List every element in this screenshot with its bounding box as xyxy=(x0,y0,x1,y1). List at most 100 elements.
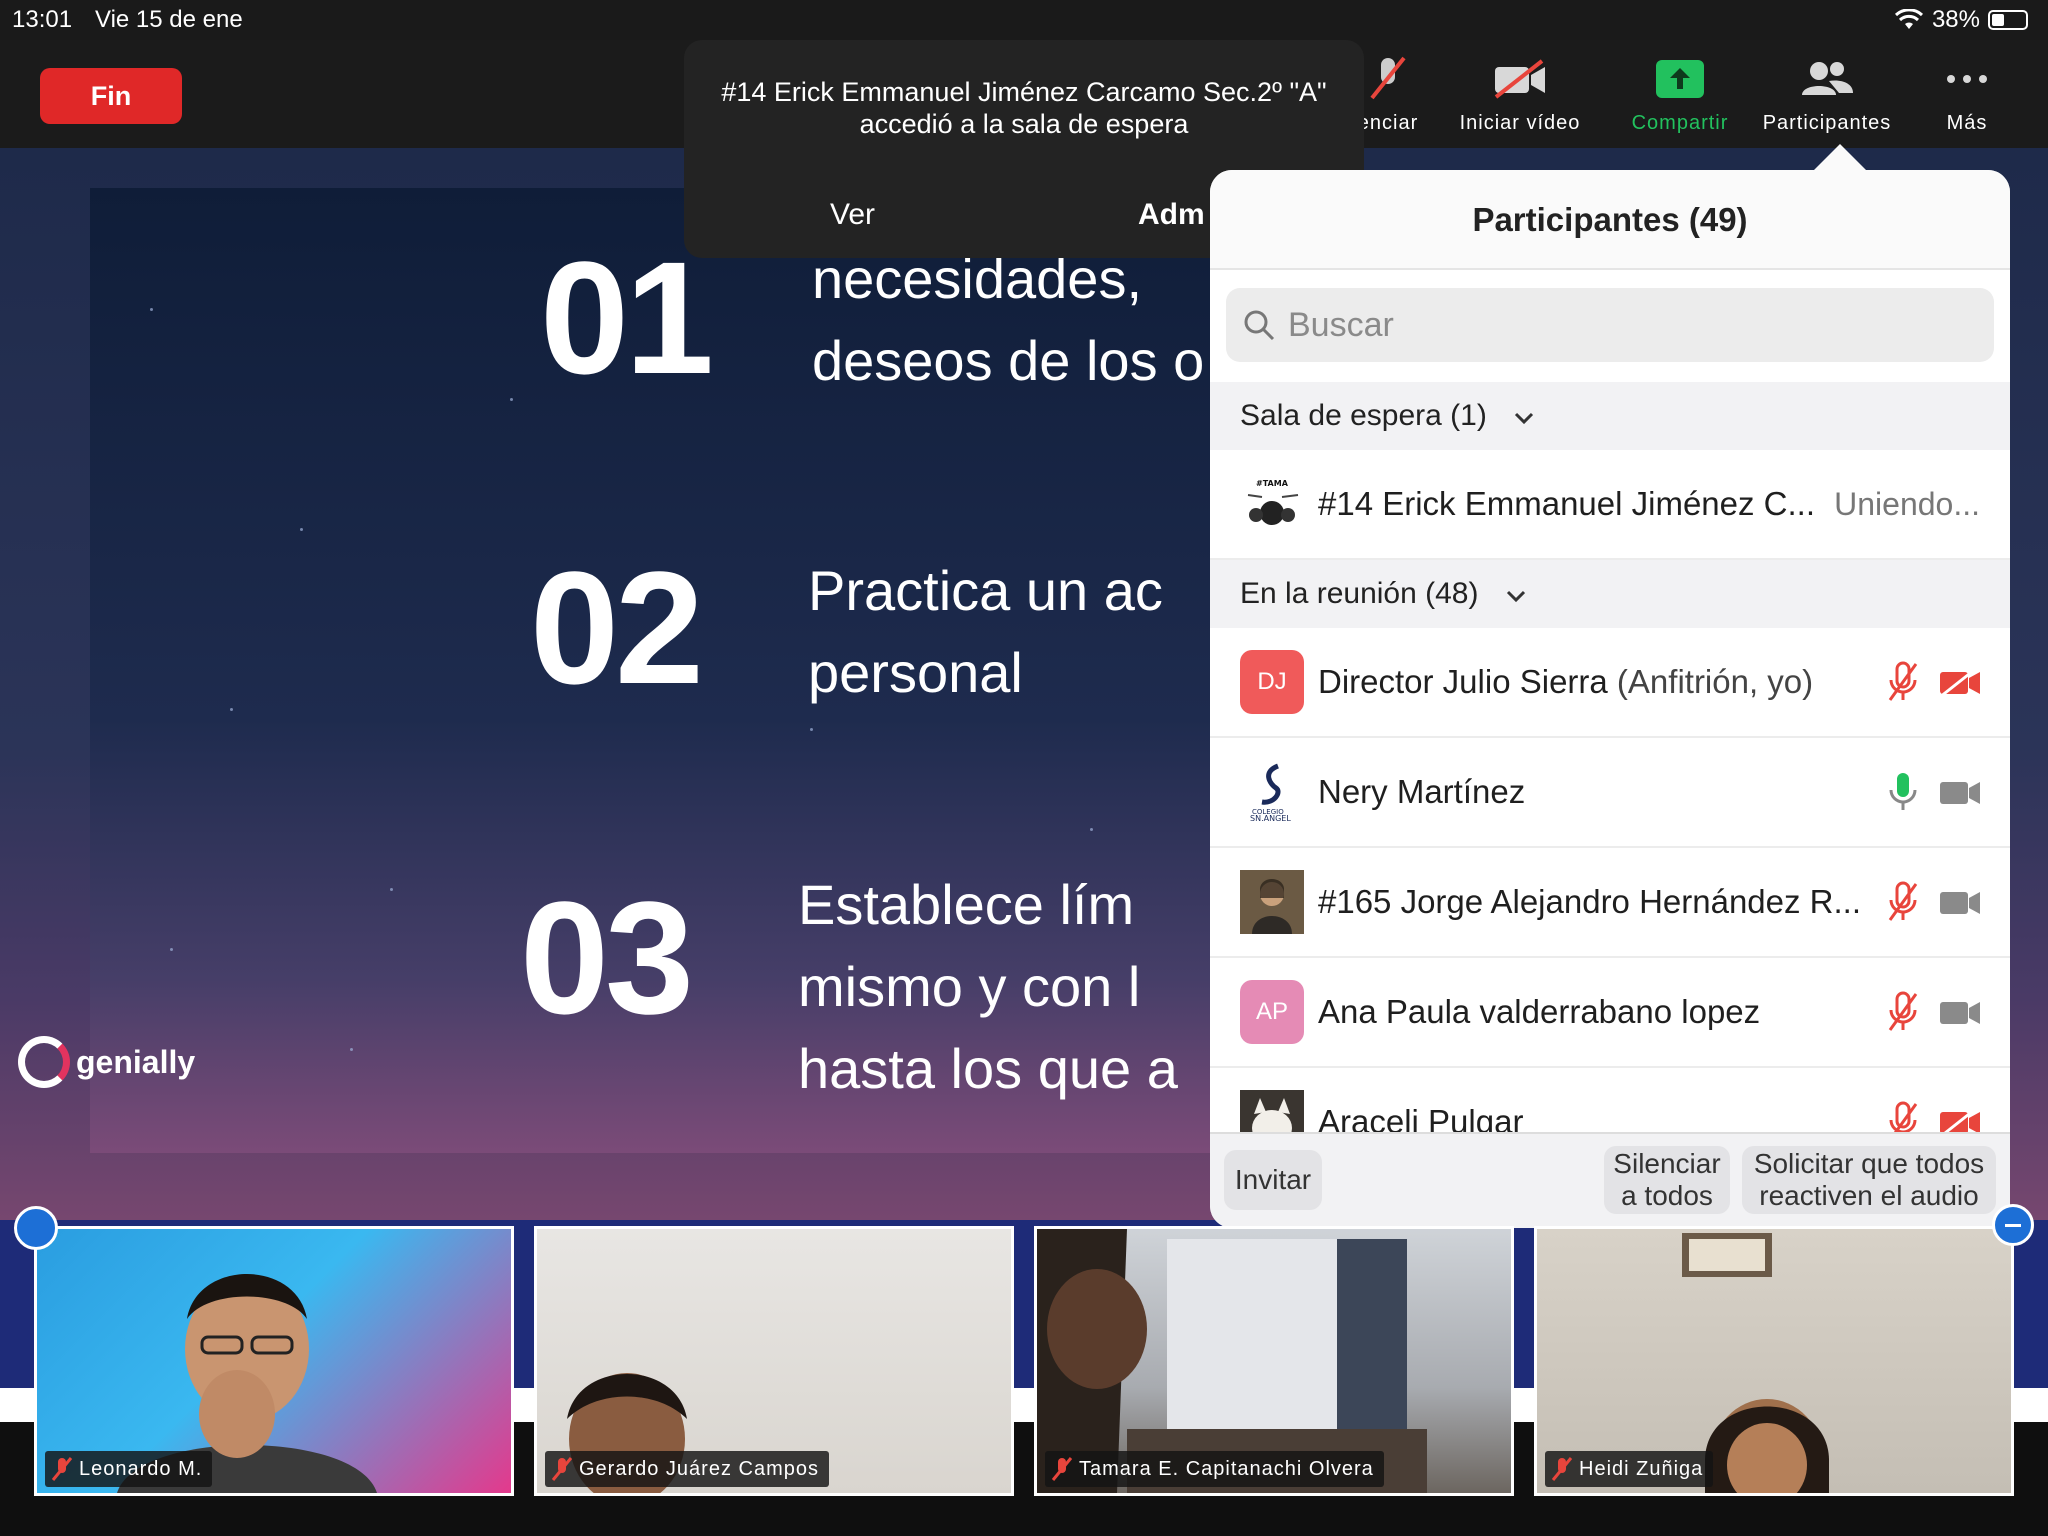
video-tile-label: Heidi Zuñiga xyxy=(1545,1451,1714,1487)
status-time: 13:01 xyxy=(12,6,73,33)
video-tile[interactable]: Gerardo Juárez Campos xyxy=(534,1226,1014,1496)
genially-label: genially xyxy=(76,1043,196,1080)
participant-status-icons xyxy=(1886,990,1982,1034)
in-meeting-header[interactable]: En la reunión (48) xyxy=(1210,560,2010,628)
participant-role: (Anfitrión, yo) xyxy=(1607,663,1814,700)
notification-view-button[interactable]: Ver xyxy=(830,198,875,232)
slide-number-2: 02 xyxy=(530,538,704,717)
participant-row[interactable]: COLEGIO SN.ANGEL Nery Martínez xyxy=(1210,738,2010,848)
slide-text-3b: mismo y con l xyxy=(798,955,1141,1018)
participant-name: #165 Jorge Alejandro Hernández R... xyxy=(1318,883,1862,920)
mic-muted-icon xyxy=(1051,1457,1073,1481)
battery-percent: 38% xyxy=(1931,6,1980,33)
panel-footer: Invitar Silenciar a todos Solicitar que … xyxy=(1210,1132,2010,1228)
in-meeting-title: En la reunión (48) xyxy=(1240,577,1479,610)
participant-status-icons xyxy=(1886,660,1982,704)
video-tile-name: Tamara E. Capitanachi Olvera xyxy=(1079,1457,1374,1480)
invite-button[interactable]: Invitar xyxy=(1224,1150,1322,1210)
start-video-label: Iniciar vídeo xyxy=(1459,112,1581,134)
video-tile-label: Tamara E. Capitanachi Olvera xyxy=(1045,1451,1384,1487)
status-bar: 13:01 Vie 15 de ene 38% xyxy=(0,0,2048,40)
video-tile-name: Heidi Zuñiga xyxy=(1579,1457,1704,1480)
participant-status-icons xyxy=(1886,880,1982,924)
participants-panel: Participantes (49) Sala de espera (1) #T… xyxy=(1210,170,2010,1228)
participant-name-text: Director Julio Sierra xyxy=(1318,663,1608,700)
ask-unmute-line1: Solicitar que todos xyxy=(1753,1148,1985,1179)
profile-photo-icon xyxy=(1240,870,1304,934)
participants-label: Participantes xyxy=(1762,112,1892,134)
avatar: #TAMA xyxy=(1240,472,1304,536)
share-icon xyxy=(1656,60,1704,98)
video-icon xyxy=(1940,782,1980,804)
share-button[interactable]: Compartir xyxy=(1620,54,1740,135)
notification-message: #14 Erick Emmanuel Jiménez Carcamo Sec.2… xyxy=(721,77,1327,139)
video-icon xyxy=(1940,1002,1980,1024)
participant-status-icons xyxy=(1886,770,1982,814)
mic-muted-icon xyxy=(1888,661,1918,701)
participant-row[interactable]: AP Ana Paula valderrabano lopez xyxy=(1210,958,2010,1068)
slide-text-3a: Establece lím xyxy=(798,873,1135,936)
waiting-participant-status: Uniendo... xyxy=(1834,485,1980,522)
video-tile[interactable]: Heidi Zuñiga xyxy=(1534,1226,2014,1496)
search-box[interactable] xyxy=(1226,288,1994,362)
drum-kit-avatar-icon: #TAMA xyxy=(1247,479,1299,525)
mic-muted-icon xyxy=(551,1457,573,1481)
notification-admit-button[interactable]: Adm xyxy=(1138,198,1205,232)
mic-active-icon xyxy=(1889,773,1917,810)
slide-text-1b: deseos de los o xyxy=(812,329,1205,392)
participant-name: Nery Martínez xyxy=(1318,773,1526,810)
slide-number-1: 01 xyxy=(540,228,714,407)
video-tile[interactable]: Tamara E. Capitanachi Olvera xyxy=(1034,1226,1514,1496)
participant-row[interactable]: #165 Jorge Alejandro Hernández R... xyxy=(1210,848,2010,958)
ask-unmute-button[interactable]: Solicitar que todos reactiven el audio xyxy=(1742,1146,1996,1214)
slide-text-2b: personal xyxy=(808,641,1023,704)
mute-label: enciar xyxy=(1357,112,1419,134)
avatar-initials: DJ xyxy=(1257,668,1287,695)
pin-video-icon[interactable] xyxy=(14,1206,58,1250)
mic-muted-icon xyxy=(51,1457,73,1481)
genially-icon xyxy=(18,1036,70,1088)
mic-muted-icon xyxy=(1888,881,1918,921)
school-logo-icon: COLEGIOSN.ANGEL xyxy=(1250,763,1291,822)
video-tile-name: Gerardo Juárez Campos xyxy=(579,1457,819,1480)
mute-all-line1: Silenciar xyxy=(1613,1148,1721,1179)
search-input[interactable] xyxy=(1288,305,1938,345)
participant-row[interactable]: DJ Director Julio Sierra (Anfitrión, yo) xyxy=(1210,628,2010,738)
more-icon xyxy=(1947,75,1987,83)
mute-all-line2: a todos xyxy=(1621,1180,1713,1211)
slide-text-2a: Practica un ac xyxy=(808,559,1163,622)
participants-button[interactable]: Participantes xyxy=(1752,54,1902,135)
video-tile-label: Leonardo M. xyxy=(45,1451,213,1487)
svg-text:#TAMA: #TAMA xyxy=(1256,479,1289,488)
panel-pointer xyxy=(1812,144,1868,172)
wifi-icon xyxy=(1894,9,1923,29)
chevron-down-icon xyxy=(1506,590,1525,603)
participants-icon xyxy=(1802,62,1853,95)
mic-muted-icon xyxy=(1370,56,1406,100)
avatar: DJ xyxy=(1240,650,1304,714)
ask-unmute-line2: reactiven el audio xyxy=(1759,1180,1979,1211)
svg-text:SN.ANGEL: SN.ANGEL xyxy=(1250,814,1291,822)
participant-name: Ana Paula valderrabano lopez xyxy=(1318,993,1761,1030)
more-label: Más xyxy=(1946,112,1988,134)
waiting-participant-row[interactable]: #TAMA #14 Erick Emmanuel Jiménez C... Un… xyxy=(1210,450,2010,560)
video-tile-name: Leonardo M. xyxy=(79,1457,203,1480)
slide-text-3c: hasta los que a xyxy=(798,1037,1178,1100)
video-off-icon xyxy=(1494,59,1545,99)
video-icon xyxy=(1940,892,1980,914)
more-button[interactable]: Más xyxy=(1912,54,2022,135)
mute-all-button[interactable]: Silenciar a todos xyxy=(1604,1146,1730,1214)
video-off-icon xyxy=(1939,665,1980,699)
search-icon xyxy=(1244,310,1275,341)
avatar: COLEGIO SN.ANGEL xyxy=(1240,760,1304,824)
slide-number-3: 03 xyxy=(520,868,694,1047)
video-tile[interactable]: Leonardo M. xyxy=(34,1226,514,1496)
avatar-initials: AP xyxy=(1255,998,1288,1025)
end-meeting-button[interactable]: Fin xyxy=(40,68,182,124)
waiting-room-header[interactable]: Sala de espera (1) xyxy=(1210,382,2010,450)
mic-muted-icon xyxy=(1551,1457,1573,1481)
waiting-participant-name: #14 Erick Emmanuel Jiménez C... xyxy=(1318,485,1816,522)
status-right: 38% xyxy=(1894,6,2028,34)
collapse-video-strip-button[interactable] xyxy=(1992,1204,2034,1246)
start-video-button[interactable]: Iniciar vídeo xyxy=(1450,54,1590,135)
